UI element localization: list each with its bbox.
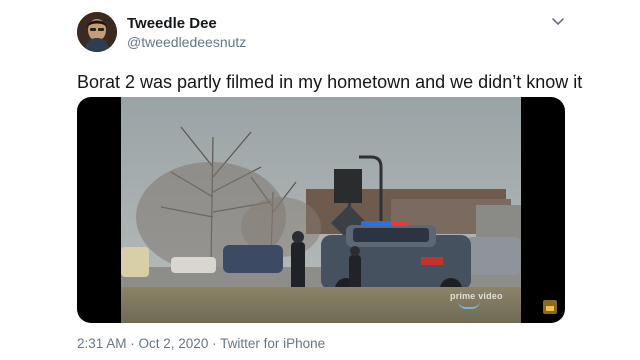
profile-photo-icon [77,12,117,52]
media-badge-icon [543,300,557,314]
tweet-source[interactable]: Twitter for iPhone [220,336,325,351]
display-name[interactable]: Tweedle Dee [127,15,217,32]
tweet-meta: 2:31 AM · Oct 2, 2020 · Twitter for iPho… [77,336,325,351]
tweet-time[interactable]: 2:31 AM [77,336,127,351]
meta-separator-2: · [208,336,221,351]
chevron-down-icon[interactable] [550,15,566,29]
watermark-text: prime video [450,291,503,301]
video-frame [121,97,521,323]
prime-video-watermark: prime video [450,291,503,309]
tweet-card: Tweedle Dee @tweedledeesnutz Borat 2 was… [0,0,640,360]
video-player[interactable]: prime video [77,97,565,323]
tweet-date[interactable]: Oct 2, 2020 [139,336,209,351]
avatar[interactable] [77,12,117,52]
meta-separator: · [126,336,139,351]
user-handle[interactable]: @tweedledeesnutz [127,34,246,50]
tweet-text: Borat 2 was partly filmed in my hometown… [77,72,583,92]
